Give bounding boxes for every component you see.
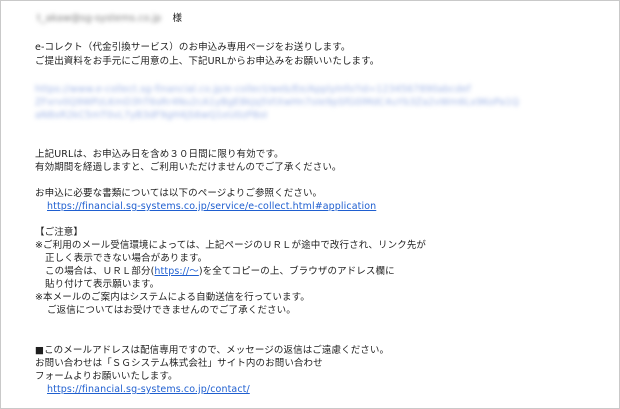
intro-line-2: ご提出資料をお手元にご用意の上、下記URLからお申込みをお願いいたします。 (35, 56, 380, 67)
documents-link[interactable]: https://financial.sg-systems.co.jp/servi… (47, 201, 376, 212)
contact-link[interactable]: https://financial.sg-systems.co.jp/conta… (47, 384, 250, 395)
notice-url-link[interactable]: https://～ (154, 266, 198, 277)
application-url-redacted-1[interactable]: https://www.e-collect.sg-financial.co.jp… (35, 84, 471, 96)
recipient-address-redacted: t_akaw@sg-systems.co.jp (37, 13, 162, 24)
notice-line-5: ※本メールのご案内はシステムによる自動送信を行っています。 (35, 292, 310, 303)
recipient-honorific: 様 (172, 13, 183, 24)
recipient-line: t_akaw@sg-systems.co.jp 様 (37, 13, 182, 25)
notice-line-1: ※ご利用のメール受信環境によっては、上記ページのＵＲＬが途中で改行され、リンク先… (35, 240, 427, 251)
notice-line-6: ご返信についてはお受けできませんのでご了承ください。 (47, 305, 296, 316)
email-body: t_akaw@sg-systems.co.jp 様 e-コレクト（代金引換サービ… (0, 0, 620, 409)
documents-line: お申込に必要な書類については以下のページよりご参照ください。 (35, 188, 323, 199)
intro-line-1: e-コレクト（代金引換サービス）のお申込み専用ページをお送りします。 (35, 42, 351, 53)
application-url-redacted-2[interactable]: ZFxrv0Q9WPzLKmD3hT6sRr4Nu2cA1yBgE8kJq5Vt… (35, 97, 519, 109)
notice-title: 【ご注意】 (35, 227, 84, 238)
validity-line-1: 上記URLは、お申込み日を含め３０日間に限り有効です。 (35, 149, 284, 160)
validity-line-2: 有効期間を経過しますと、ご利用いただけませんのでご了承ください。 (35, 162, 342, 173)
footer-line-1: ■このメールアドレスは配信専用ですので、メッセージの返信はご遠慮ください。 (35, 345, 390, 356)
notice-line-4: 貼り付けて表示願います。 (45, 279, 160, 290)
footer-line-3: フォームよりお願いいたします。 (35, 371, 178, 382)
notice-line-2: 正しく表示できない場合があります。 (45, 253, 208, 264)
notice-line-3: この場合は、ＵＲＬ部分(https://～)を全てコピーの上、ブラウザのアドレス… (45, 266, 395, 278)
footer-line-2: お問い合わせは「ＳＧシステム株式会社」サイト内のお問い合わせ (35, 358, 323, 369)
notice-line-3-pre: この場合は、ＵＲＬ部分( (45, 266, 155, 277)
application-url-redacted-3[interactable]: aN8xR2kC5mT0vL7yB3dF9gH4jS6wQ1eU0zP8oI (35, 110, 267, 122)
notice-line-3-post: )を全てコピーの上、ブラウザのアドレス欄に (198, 266, 395, 277)
